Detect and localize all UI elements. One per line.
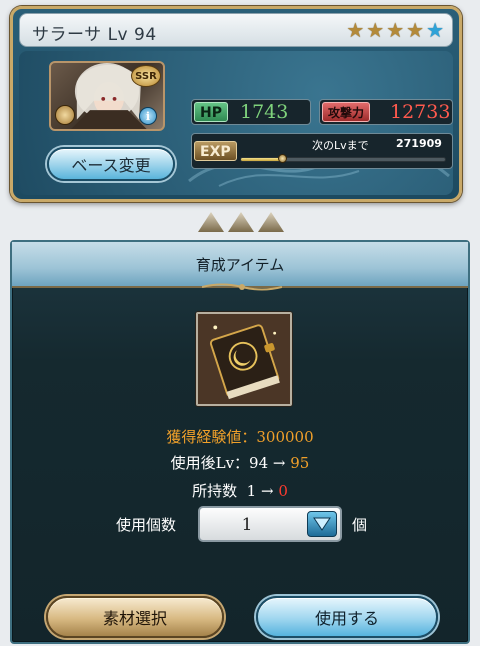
star-blue-icon: ★ [426, 18, 444, 42]
level-after-value: 95 [290, 454, 310, 472]
exp-next-value: 271909 [396, 137, 442, 150]
owned-after: 0 [278, 482, 288, 500]
star-filled-icon: ★ [406, 18, 425, 42]
attack-label: 攻撃力 [322, 102, 371, 122]
exp-progress-fill [241, 158, 282, 161]
item-thumbnail[interactable] [196, 312, 292, 406]
character-portrait[interactable]: SSR i [49, 61, 165, 131]
owned-arrow: → [260, 482, 274, 500]
exp-stat: EXP 次のLvまで 271909 [191, 133, 453, 169]
exp-label: EXP [194, 141, 237, 161]
exp-progress-knob [277, 154, 287, 163]
quantity-value: 1 [241, 515, 253, 535]
star-filled-icon: ★ [346, 18, 365, 42]
quantity-label: 使用個数 [116, 516, 177, 534]
level-after-prefix: 使用後Lv：94 → [170, 454, 286, 472]
info-icon[interactable]: i [139, 107, 157, 125]
use-button[interactable]: 使用する [256, 596, 438, 638]
ornament-icon [202, 283, 282, 291]
exp-gain-text: 獲得経験値：300000 [166, 428, 314, 446]
owned-current: 1 [246, 482, 257, 500]
character-panel: サラーサ Lv 94 ★ ★ ★ ★ ★ SSR i ベース変更 HP 1743… [10, 6, 462, 202]
quantity-unit: 個 [352, 516, 368, 534]
level-after-text: 使用後Lv：94 → 95 [12, 452, 468, 473]
star-filled-icon: ★ [366, 18, 385, 42]
star-filled-icon: ★ [386, 18, 405, 42]
panel-title: 育成アイテム [195, 256, 285, 274]
chevron-down-icon[interactable] [307, 511, 337, 537]
element-icon [55, 105, 75, 125]
triangle-icon [198, 212, 224, 232]
growth-item-panel: 育成アイテム 獲得経験値：300000 使用後Lv：94 → 95 所持数 1 … [10, 240, 470, 644]
base-change-button[interactable]: ベース変更 [47, 147, 175, 181]
rarity-stars: ★ ★ ★ ★ ★ [346, 19, 444, 41]
character-name-level: サラーサ Lv 94 [32, 25, 157, 45]
attack-stat: 攻撃力 12733 [319, 99, 453, 125]
character-body: SSR i ベース変更 HP 1743 攻撃力 12733 EXP 次のLvまで… [19, 51, 453, 195]
triangle-icon [228, 212, 254, 232]
exp-next-label: 次のLvまで [312, 139, 369, 152]
hp-stat: HP 1743 [191, 99, 311, 125]
ssr-badge: SSR [131, 65, 161, 87]
divider-arrows [198, 212, 284, 232]
exp-progress-bar [240, 154, 446, 163]
attack-value: 12733 [390, 101, 451, 123]
select-material-button[interactable]: 素材選択 [46, 596, 224, 638]
hp-value: 1743 [240, 101, 289, 123]
enhance-screen: サラーサ Lv 94 ★ ★ ★ ★ ★ SSR i ベース変更 HP 1743… [0, 0, 480, 646]
character-header: サラーサ Lv 94 ★ ★ ★ ★ ★ [19, 13, 453, 47]
owned-prefix: 所持数 [192, 482, 238, 500]
owned-count-text: 所持数 1 → 0 [12, 480, 468, 501]
book-icon [198, 314, 290, 404]
hp-label: HP [194, 102, 228, 122]
triangle-icon [258, 212, 284, 232]
quantity-select[interactable]: 1 [198, 506, 342, 542]
